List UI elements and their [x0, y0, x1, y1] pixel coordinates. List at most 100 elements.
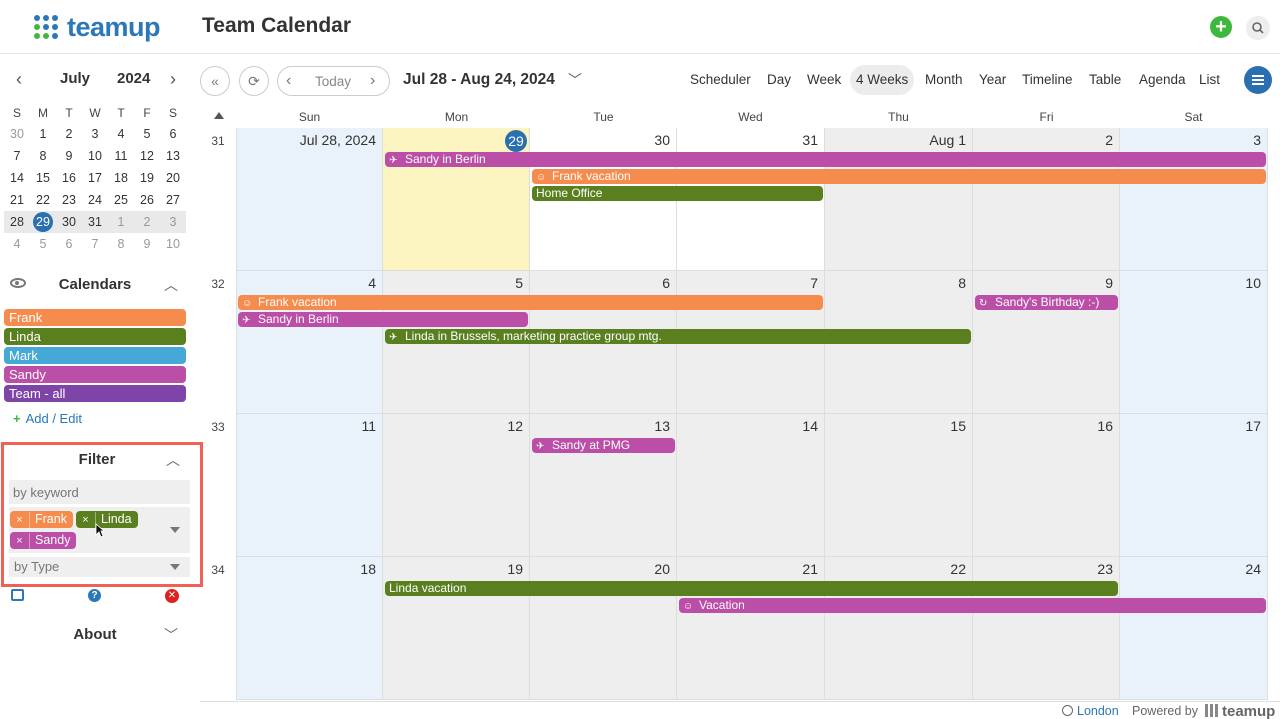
day-cell[interactable]: 29 — [383, 128, 530, 271]
calendar-event[interactable]: ↻ Sandy's Birthday :-) — [975, 295, 1118, 310]
mini-day[interactable]: 17 — [82, 167, 108, 189]
mini-day[interactable]: 23 — [56, 189, 82, 211]
day-cell[interactable]: 17 — [1120, 414, 1268, 557]
mini-day[interactable]: 18 — [108, 167, 134, 189]
chevron-up-icon[interactable]: ︿ — [164, 275, 178, 295]
mini-day[interactable]: 10 — [82, 145, 108, 167]
week-number[interactable]: 33 — [200, 420, 236, 434]
mini-day[interactable]: 1 — [30, 123, 56, 145]
mini-day[interactable]: 1 — [108, 211, 134, 233]
remove-tag-icon[interactable]: × — [76, 512, 96, 529]
mini-day[interactable]: 29 — [30, 211, 56, 233]
day-cell[interactable]: 4 — [236, 271, 383, 414]
help-icon[interactable]: ? — [88, 589, 101, 602]
day-cell[interactable]: Jul 28, 2024 — [236, 128, 383, 271]
day-cell[interactable]: 14 — [677, 414, 825, 557]
calendar-filter-select[interactable]: × Frank × Linda × Sandy — [9, 507, 190, 553]
keyword-filter-input[interactable] — [9, 480, 190, 504]
mini-day[interactable]: 19 — [134, 167, 160, 189]
timezone-link[interactable]: London — [1062, 704, 1119, 718]
add-edit-calendars-link[interactable]: + Add / Edit — [13, 411, 82, 426]
mini-day[interactable]: 20 — [160, 167, 186, 189]
view-tab-month[interactable]: Month — [919, 65, 969, 95]
dropdown-arrow-icon[interactable] — [170, 527, 180, 533]
week-number[interactable]: 31 — [200, 134, 236, 148]
mini-year-label[interactable]: 2024 — [117, 70, 150, 87]
view-tab-agenda[interactable]: Agenda — [1133, 65, 1192, 95]
date-range-label[interactable]: Jul 28 - Aug 24, 2024 — [403, 71, 555, 89]
next-period-button[interactable]: › — [370, 72, 375, 90]
chevron-down-icon[interactable]: ﹀ — [568, 70, 582, 90]
mini-day[interactable]: 7 — [82, 233, 108, 255]
mini-prev-month-button[interactable]: ‹ — [9, 69, 29, 90]
day-cell[interactable]: 16 — [973, 414, 1120, 557]
calendar-item-team-all[interactable]: Team - all — [4, 385, 186, 402]
mini-day[interactable]: 4 — [4, 233, 30, 255]
mini-day[interactable]: 15 — [30, 167, 56, 189]
week-number[interactable]: 32 — [200, 277, 236, 291]
mini-day[interactable]: 30 — [56, 211, 82, 233]
today-button[interactable]: Today — [315, 74, 351, 89]
type-filter-select[interactable]: by Type — [9, 557, 190, 577]
share-icon[interactable] — [11, 589, 24, 601]
remove-tag-icon[interactable]: × — [10, 533, 30, 550]
mini-month-label[interactable]: July — [60, 70, 90, 87]
mini-day[interactable]: 2 — [56, 123, 82, 145]
mini-day[interactable]: 8 — [30, 145, 56, 167]
day-cell[interactable]: 9 — [973, 271, 1120, 414]
view-tab-scheduler[interactable]: Scheduler — [684, 65, 757, 95]
refresh-button[interactable]: ⟳ — [239, 66, 269, 96]
mini-day[interactable]: 8 — [108, 233, 134, 255]
mini-day[interactable]: 3 — [160, 211, 186, 233]
mini-day[interactable]: 5 — [30, 233, 56, 255]
filter-section-header[interactable]: Filter ︿ — [4, 448, 204, 472]
mini-day[interactable]: 6 — [160, 123, 186, 145]
week-number[interactable]: 34 — [200, 563, 236, 577]
mini-day[interactable]: 27 — [160, 189, 186, 211]
search-button[interactable] — [1246, 16, 1270, 40]
calendar-event[interactable]: ✈ Sandy in Berlin — [385, 152, 1266, 167]
dropdown-arrow-icon[interactable] — [170, 564, 180, 570]
main-menu-button[interactable] — [1244, 66, 1272, 94]
clear-filter-icon[interactable]: ✕ — [165, 589, 179, 603]
calendar-event[interactable]: ✈ Sandy at PMG — [532, 438, 675, 453]
calendar-event[interactable]: Linda vacation — [385, 581, 1118, 596]
calendar-event[interactable]: ✈ Sandy in Berlin — [238, 312, 528, 327]
day-cell[interactable]: 3 — [1120, 128, 1268, 271]
view-tab-timeline[interactable]: Timeline — [1016, 65, 1079, 95]
about-section-header[interactable]: About ﹀ — [0, 623, 200, 647]
view-tab-day[interactable]: Day — [761, 65, 797, 95]
day-cell[interactable]: 22 — [825, 557, 973, 700]
calendar-item-linda[interactable]: Linda — [4, 328, 186, 345]
view-tab-table[interactable]: Table — [1083, 65, 1127, 95]
mini-day[interactable]: 3 — [82, 123, 108, 145]
mini-day[interactable]: 12 — [134, 145, 160, 167]
mini-next-month-button[interactable]: › — [163, 69, 183, 90]
day-cell[interactable]: 18 — [236, 557, 383, 700]
mini-day[interactable]: 5 — [134, 123, 160, 145]
prev-period-button[interactable]: ‹ — [286, 72, 291, 90]
mini-day[interactable]: 9 — [134, 233, 160, 255]
day-cell[interactable]: 2 — [973, 128, 1120, 271]
teamup-logo[interactable]: teamup — [34, 12, 161, 42]
mini-day[interactable]: 10 — [160, 233, 186, 255]
day-cell[interactable]: 15 — [825, 414, 973, 557]
footer-logo[interactable]: teamup — [1205, 703, 1275, 719]
view-tab-week[interactable]: Week — [801, 65, 847, 95]
calendar-item-frank[interactable]: Frank — [4, 309, 186, 326]
mini-day[interactable]: 16 — [56, 167, 82, 189]
day-cell[interactable]: 21 — [677, 557, 825, 700]
chevron-up-icon[interactable]: ︿ — [166, 450, 180, 470]
mini-day[interactable]: 22 — [30, 189, 56, 211]
day-cell[interactable]: 20 — [530, 557, 677, 700]
scroll-up-icon[interactable] — [214, 112, 224, 119]
mini-day[interactable]: 6 — [56, 233, 82, 255]
mini-day[interactable]: 25 — [108, 189, 134, 211]
calendar-event[interactable]: ✈ Linda in Brussels, marketing practice g… — [385, 329, 971, 344]
calendar-event[interactable]: Home Office — [532, 186, 823, 201]
mini-day[interactable]: 26 — [134, 189, 160, 211]
remove-tag-icon[interactable]: × — [10, 512, 30, 529]
day-cell[interactable]: 13 — [530, 414, 677, 557]
calendar-event[interactable]: ☺ Frank vacation — [238, 295, 823, 310]
mini-day[interactable]: 14 — [4, 167, 30, 189]
